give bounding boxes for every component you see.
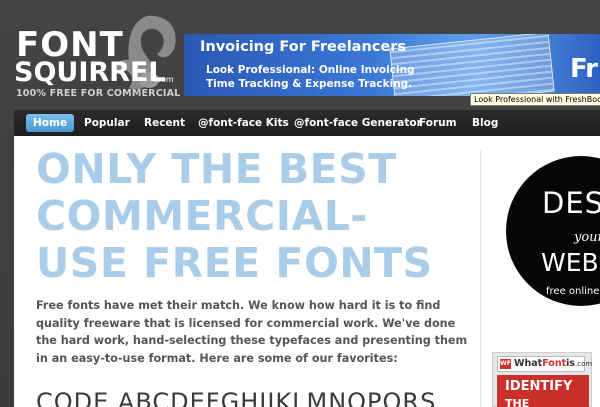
page-headline: ONLY THE BEST COMMERCIAL- USE FREE FONTS — [36, 146, 476, 287]
whatfontis-ad[interactable]: WF WhatFontis.com IDENTIFY THE — [492, 352, 592, 407]
intro-paragraph: Free fonts have met their match. We know… — [36, 299, 468, 365]
logo-domain-suffix: .com — [154, 75, 174, 84]
banner-tooltip: Look Professional with FreshBooks — [470, 93, 600, 106]
nav-item-popular[interactable]: Popular — [84, 114, 130, 132]
nav-item-forum[interactable]: Forum — [419, 114, 457, 132]
nav-item-home[interactable]: Home — [26, 114, 75, 132]
design-ad-line-4: free online — [546, 286, 600, 297]
nav-item-font-face-generator[interactable]: @font-face Generator — [294, 114, 422, 132]
whatfontis-logo-font: Font — [542, 358, 567, 369]
headline-line-1: ONLY THE BEST — [36, 145, 397, 193]
banner-text-line-1: Look Professional: Online Invoicing — [206, 64, 415, 76]
whatfontis-line-1: IDENTIFY — [505, 379, 573, 394]
sidebar-divider — [480, 150, 481, 407]
font-sample-preview[interactable]: CODE ABCDEFGHIJKLMNOPQRS — [36, 388, 486, 407]
whatfontis-logo-is: is — [566, 358, 576, 369]
whatfontis-mark-icon: WF — [500, 359, 511, 369]
whatfontis-logo-what: What — [514, 358, 543, 369]
design-ad-line-2: your — [574, 230, 600, 245]
headline-line-2: COMMERCIAL- — [36, 192, 368, 240]
page: FONT SQUIRREL .com 100% FREE FOR COMMERC… — [0, 0, 600, 407]
main-content: ONLY THE BEST COMMERCIAL- USE FREE FONTS… — [14, 136, 600, 407]
design-ad-line-3: WEBS — [541, 248, 600, 277]
headline-line-3: USE FREE FONTS — [36, 239, 433, 287]
nav-item-blog[interactable]: Blog — [472, 114, 498, 132]
whatfontis-red-panel: IDENTIFY THE — [497, 375, 589, 407]
banner-text-line-2: Time Tracking & Expense Tracking. — [206, 78, 413, 90]
whatfontis-logo-com: .com — [575, 360, 593, 368]
whatfontis-line-2: THE — [505, 397, 530, 407]
design-ad-line-1: DESI — [542, 186, 600, 220]
nav-item-font-face-kits[interactable]: @font-face Kits — [198, 114, 289, 132]
nav-item-recent[interactable]: Recent — [144, 114, 185, 132]
main-nav: Home Popular Recent @font-face Kits @fon… — [14, 110, 600, 136]
banner-brand-fragment: Fr — [570, 54, 598, 84]
logo-tagline: 100% FREE FOR COMMERCIAL USE — [16, 88, 206, 99]
banner-title: Invoicing For Freelancers — [200, 39, 406, 55]
whatfontis-logo: WF WhatFontis.com — [497, 356, 592, 372]
freshbooks-banner-ad[interactable]: Invoicing For Freelancers Look Professio… — [184, 34, 600, 96]
logo-word-squirrel: SQUIRREL — [14, 57, 166, 88]
site-logo[interactable]: FONT SQUIRREL .com 100% FREE FOR COMMERC… — [14, 12, 205, 102]
